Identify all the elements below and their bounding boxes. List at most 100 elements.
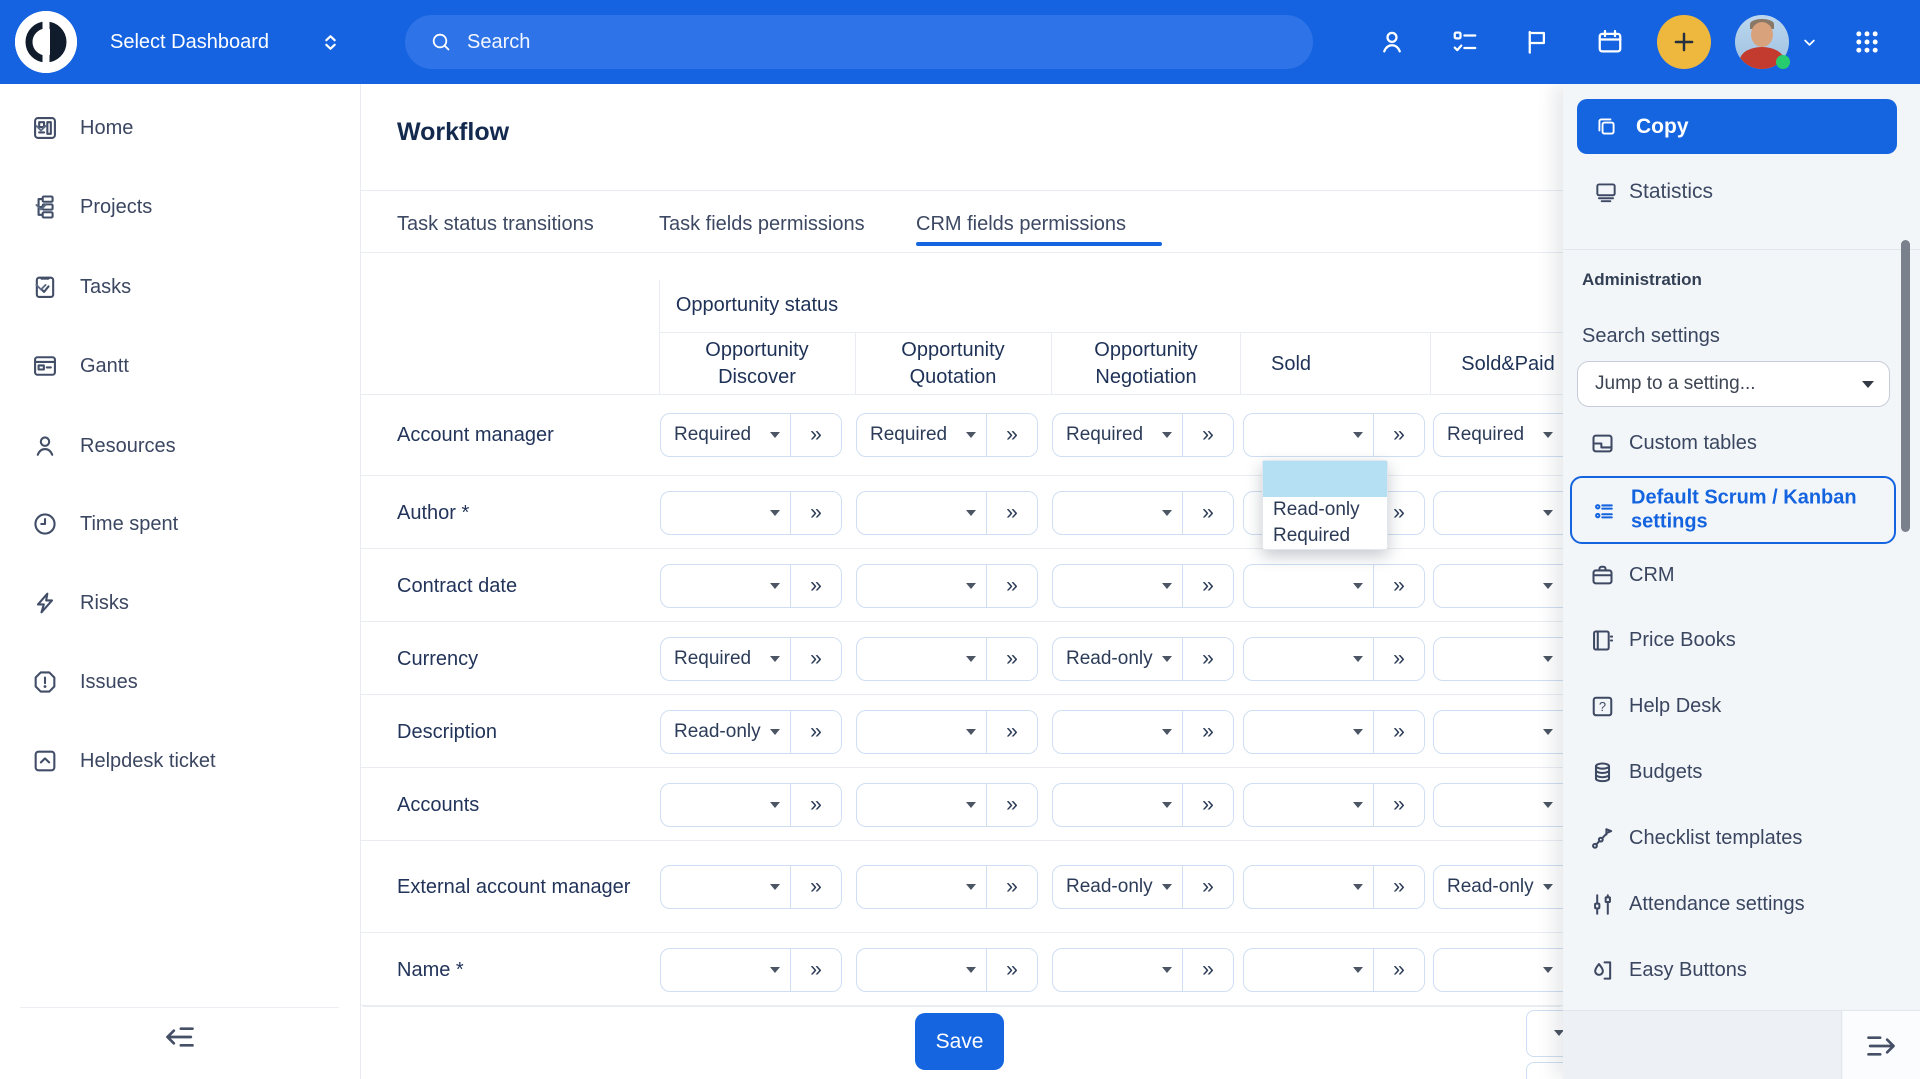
tab-task-status-transitions[interactable]: Task status transitions — [397, 208, 594, 240]
permission-select[interactable]: Required — [857, 414, 987, 456]
sidebar-item-resources[interactable]: Resources — [0, 418, 361, 474]
permission-select[interactable] — [857, 711, 987, 753]
dropdown-option[interactable]: Required — [1263, 523, 1387, 549]
permission-select[interactable] — [1434, 565, 1563, 607]
sidebar-item-time-spent[interactable]: Time spent — [0, 496, 361, 552]
permission-select[interactable] — [1434, 492, 1563, 534]
statistics-button[interactable]: Statistics — [1563, 166, 1920, 218]
permission-select[interactable]: Required — [661, 414, 791, 456]
profile-icon[interactable] — [1377, 27, 1407, 57]
permission-select[interactable]: Read-only — [661, 711, 791, 753]
app-logo[interactable] — [15, 11, 77, 73]
permission-select[interactable] — [1053, 492, 1183, 534]
copy-to-next-button[interactable]: » — [791, 565, 841, 607]
permission-select[interactable] — [857, 866, 987, 908]
permission-select[interactable]: Read-only — [1434, 866, 1563, 908]
copy-to-next-button[interactable]: » — [987, 866, 1037, 908]
permission-select[interactable] — [1244, 414, 1374, 456]
chevron-down-icon[interactable] — [31, 197, 51, 217]
checklist-icon[interactable] — [1450, 27, 1480, 57]
permission-select[interactable] — [1053, 565, 1183, 607]
permission-select[interactable]: Required — [661, 638, 791, 680]
sidebar-item-risks[interactable]: Risks — [0, 575, 361, 631]
copy-to-next-button[interactable]: » — [987, 565, 1037, 607]
copy-to-next-button[interactable]: » — [1183, 711, 1233, 753]
copy-to-next-button[interactable]: » — [1374, 784, 1424, 826]
permission-select[interactable]: Read-only — [1053, 866, 1183, 908]
permission-select[interactable] — [1434, 638, 1563, 680]
permission-select[interactable] — [1244, 638, 1374, 680]
panel-item-attendance-settings[interactable]: Attendance settings — [1563, 882, 1920, 926]
sidebar-item-projects[interactable]: Projects — [0, 179, 361, 235]
permission-select[interactable] — [1244, 866, 1374, 908]
calendar-icon[interactable] — [1595, 27, 1625, 57]
copy-to-next-button[interactable]: » — [791, 638, 841, 680]
dashboard-expander-icon[interactable] — [318, 30, 343, 55]
flag-icon[interactable] — [1522, 27, 1552, 57]
copy-to-next-button[interactable]: » — [987, 492, 1037, 534]
panel-item-easy-buttons[interactable]: Easy Buttons — [1563, 948, 1920, 992]
permission-select[interactable] — [1244, 711, 1374, 753]
clipped-select[interactable] — [1526, 1010, 1563, 1057]
permission-select[interactable] — [857, 492, 987, 534]
panel-scrollbar[interactable] — [1901, 240, 1910, 532]
clipped-select[interactable] — [1526, 1062, 1563, 1079]
copy-to-next-button[interactable]: » — [791, 711, 841, 753]
dashboard-selector[interactable]: Select Dashboard — [110, 0, 269, 84]
permission-select[interactable] — [857, 784, 987, 826]
copy-to-next-button[interactable]: » — [791, 492, 841, 534]
copy-to-next-button[interactable]: » — [1183, 565, 1233, 607]
copy-to-next-button[interactable]: » — [1374, 866, 1424, 908]
copy-to-next-button[interactable]: » — [1374, 565, 1424, 607]
copy-to-next-button[interactable]: » — [1183, 784, 1233, 826]
copy-to-next-button[interactable]: » — [1374, 711, 1424, 753]
copy-to-next-button[interactable]: » — [1374, 949, 1424, 991]
panel-item-crm[interactable]: CRM — [1563, 553, 1920, 597]
permission-select[interactable] — [1244, 565, 1374, 607]
panel-item-help-desk[interactable]: ?Help Desk — [1563, 684, 1920, 728]
copy-to-next-button[interactable]: » — [987, 414, 1037, 456]
permission-select[interactable]: Read-only — [1053, 638, 1183, 680]
permission-select[interactable] — [1053, 949, 1183, 991]
user-menu-chevron-icon[interactable] — [1800, 33, 1819, 52]
chevron-down-icon[interactable] — [31, 118, 51, 138]
sidebar-item-tasks[interactable]: Tasks — [0, 259, 361, 315]
sidebar-item-home[interactable]: Home — [0, 100, 361, 156]
sidebar-item-issues[interactable]: Issues — [0, 654, 361, 710]
copy-to-next-button[interactable]: » — [987, 784, 1037, 826]
save-button[interactable]: Save — [915, 1013, 1004, 1070]
panel-item-default-scrum-kanban-settings[interactable]: Default Scrum / Kanban settings — [1570, 476, 1896, 544]
jump-to-setting-select[interactable]: Jump to a setting... — [1577, 361, 1890, 407]
permission-select[interactable] — [661, 565, 791, 607]
copy-to-next-button[interactable]: » — [987, 949, 1037, 991]
copy-to-next-button[interactable]: » — [1183, 949, 1233, 991]
copy-to-next-button[interactable]: » — [791, 866, 841, 908]
panel-item-price-books[interactable]: Price Books — [1563, 618, 1920, 662]
copy-to-next-button[interactable]: » — [791, 414, 841, 456]
copy-to-next-button[interactable]: » — [791, 784, 841, 826]
copy-to-next-button[interactable]: » — [1183, 414, 1233, 456]
permission-select[interactable]: Required — [1434, 414, 1563, 456]
collapse-sidebar-icon[interactable] — [160, 1017, 200, 1057]
sidebar-item-gantt[interactable]: Gantt — [0, 338, 361, 394]
permission-select[interactable] — [1434, 711, 1563, 753]
copy-to-next-button[interactable]: » — [1374, 638, 1424, 680]
permission-select[interactable] — [1053, 711, 1183, 753]
permission-select[interactable] — [1434, 949, 1563, 991]
tab-task-fields-permissions[interactable]: Task fields permissions — [659, 208, 865, 240]
panel-item-custom-tables[interactable]: Custom tables — [1563, 421, 1920, 465]
copy-to-next-button[interactable]: » — [1183, 866, 1233, 908]
permission-select[interactable] — [661, 784, 791, 826]
panel-item-budgets[interactable]: Budgets — [1563, 750, 1920, 794]
tab-crm-fields-permissions[interactable]: CRM fields permissions — [916, 208, 1126, 240]
copy-to-next-button[interactable]: » — [1183, 492, 1233, 534]
permission-select[interactable] — [661, 492, 791, 534]
copy-to-next-button[interactable]: » — [791, 949, 841, 991]
collapse-panel-icon[interactable] — [1861, 1026, 1901, 1066]
permission-select[interactable] — [1244, 784, 1374, 826]
permission-select[interactable] — [661, 949, 791, 991]
copy-button[interactable]: Copy — [1577, 99, 1897, 154]
permission-select[interactable] — [1053, 784, 1183, 826]
permission-select[interactable] — [661, 866, 791, 908]
copy-to-next-button[interactable]: » — [1183, 638, 1233, 680]
